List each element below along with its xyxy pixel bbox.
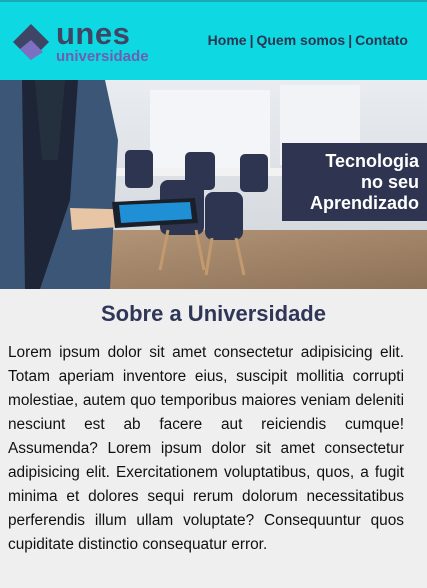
site-header: unes universidade Home | Quem somos | Contat… — [0, 2, 427, 80]
section-heading: Sobre a Universidade — [101, 301, 326, 326]
hero-banner: Tecnologia no seu Aprendizado — [0, 80, 427, 289]
main-content: Sobre a Universidade Lorem ipsum dolor s… — [0, 289, 427, 557]
nav-separator: | — [249, 32, 254, 48]
nav-link-quem-somos[interactable]: Quem somos — [256, 32, 345, 48]
logo-brand-text: unes — [56, 16, 131, 51]
logo[interactable]: unes universidade — [12, 16, 152, 65]
main-nav: Home | Quem somos | Contato — [208, 32, 408, 48]
about-paragraph: Lorem ipsum dolor sit amet consectetur a… — [8, 344, 404, 553]
nav-separator: | — [348, 32, 353, 48]
nav-link-home[interactable]: Home — [208, 32, 247, 48]
logo-diamond-icon — [13, 24, 49, 60]
hero-caption-line: no seu — [360, 172, 419, 192]
hero-caption: Tecnologia no seu Aprendizado — [282, 143, 427, 221]
hero-caption-line: Tecnologia — [325, 151, 419, 171]
logo-subtitle-text: universidade — [56, 48, 149, 65]
nav-link-contato[interactable]: Contato — [355, 32, 408, 48]
hero-caption-line: Aprendizado — [309, 193, 419, 213]
